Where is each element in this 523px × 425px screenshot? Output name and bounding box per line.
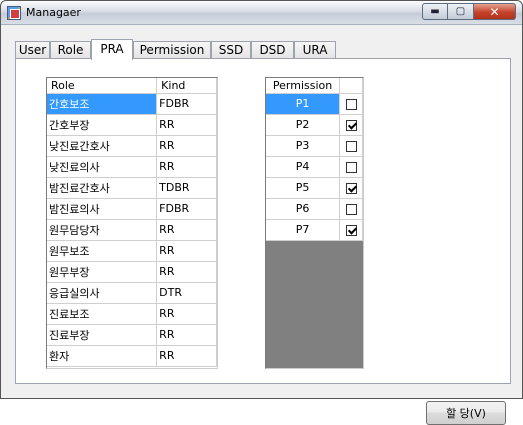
role-cell[interactable]: 환자 [47, 345, 158, 367]
permission-checkbox[interactable] [345, 119, 357, 131]
tab-user[interactable]: User [15, 41, 50, 59]
role-row[interactable]: 밤진료간호사 TDBR [47, 177, 217, 199]
permission-check-cell[interactable] [339, 156, 363, 178]
assign-button[interactable]: 할 당(V) [426, 401, 506, 425]
role-cell[interactable]: 낮진료의사 [47, 156, 158, 178]
permission-check-cell[interactable] [339, 93, 363, 115]
role-row[interactable]: 원무보조 RR [47, 240, 217, 262]
kind-cell[interactable]: RR [156, 345, 217, 367]
permission-grid-header: Permission [266, 78, 363, 94]
role-row[interactable]: 진료부장 RR [47, 324, 217, 346]
role-column-header[interactable]: Role [47, 78, 158, 94]
kind-cell[interactable]: DTR [156, 282, 217, 304]
role-row[interactable]: 환자 RR [47, 345, 217, 367]
role-grid[interactable]: Role Kind 간호보조 FDBR 간호부장 RR 낮진료간호사 RR 낮진료의사… [46, 77, 218, 369]
permission-name-cell[interactable]: P5 [266, 177, 341, 199]
kind-cell[interactable]: FDBR [156, 198, 217, 220]
permission-checkbox[interactable] [345, 182, 357, 194]
role-cell[interactable]: 간호보조 [47, 93, 158, 115]
permission-name-cell[interactable]: P2 [266, 114, 341, 136]
permission-row[interactable]: P5 [266, 177, 363, 199]
tab-role[interactable]: Role [50, 41, 91, 59]
permission-row[interactable]: P1 [266, 93, 363, 115]
permission-check-cell[interactable] [339, 198, 363, 220]
window-title: Managaer [26, 6, 81, 19]
role-row[interactable]: 낮진료의사 RR [47, 156, 217, 178]
check-column-header[interactable] [339, 78, 363, 94]
permission-name-cell[interactable]: P7 [266, 219, 341, 241]
permission-name-cell[interactable]: P4 [266, 156, 341, 178]
role-row[interactable]: 진료보조 RR [47, 303, 217, 325]
role-cell[interactable]: 진료보조 [47, 303, 158, 325]
permission-row[interactable]: P7 [266, 219, 363, 241]
permission-checkbox[interactable] [345, 203, 357, 215]
kind-column-header[interactable]: Kind [156, 78, 217, 94]
app-icon [7, 6, 21, 20]
title-bar[interactable]: Managaer ▬ ▢ ✕ [1, 1, 522, 25]
maximize-button[interactable]: ▢ [448, 3, 474, 20]
role-cell[interactable]: 간호부장 [47, 114, 158, 136]
minimize-button[interactable]: ▬ [422, 3, 448, 20]
role-cell[interactable]: 원무담당자 [47, 219, 158, 241]
tab-ssd[interactable]: SSD [211, 41, 251, 59]
tab-permission[interactable]: Permission [133, 41, 211, 59]
kind-cell[interactable]: RR [156, 219, 217, 241]
role-cell[interactable]: 진료부장 [47, 324, 158, 346]
role-row[interactable]: 원무부장 RR [47, 261, 217, 283]
permission-grid[interactable]: Permission P1 P2 P3 P4 P5 P6 P7 [265, 77, 364, 369]
permission-name-cell[interactable]: P3 [266, 135, 341, 157]
tab-dsd[interactable]: DSD [251, 41, 294, 59]
kind-cell[interactable]: RR [156, 324, 217, 346]
role-row[interactable]: 간호보조 FDBR [47, 93, 217, 115]
permission-row[interactable]: P2 [266, 114, 363, 136]
permission-checkbox[interactable] [345, 161, 357, 173]
manager-window: Managaer ▬ ▢ ✕ User Role PRA Permission … [0, 0, 523, 425]
permission-check-cell[interactable] [339, 219, 363, 241]
tab-ura[interactable]: URA [294, 41, 336, 59]
kind-cell[interactable]: RR [156, 156, 217, 178]
permission-checkbox[interactable] [345, 224, 357, 236]
kind-cell[interactable]: RR [156, 135, 217, 157]
kind-cell[interactable]: RR [156, 261, 217, 283]
role-cell[interactable]: 원무보조 [47, 240, 158, 262]
kind-cell[interactable]: RR [156, 303, 217, 325]
permission-name-cell[interactable]: P1 [266, 93, 341, 115]
close-button[interactable]: ✕ [474, 3, 516, 20]
role-cell[interactable]: 밤진료간호사 [47, 177, 158, 199]
role-row[interactable]: 간호부장 RR [47, 114, 217, 136]
kind-cell[interactable]: RR [156, 240, 217, 262]
permission-checkbox[interactable] [345, 98, 357, 110]
permission-check-cell[interactable] [339, 135, 363, 157]
permission-name-cell[interactable]: P6 [266, 198, 341, 220]
pra-tab-page: Role Kind 간호보조 FDBR 간호부장 RR 낮진료간호사 RR 낮진료의사… [15, 58, 511, 425]
role-cell[interactable]: 밤진료의사 [47, 198, 158, 220]
permission-check-cell[interactable] [339, 177, 363, 199]
role-row[interactable]: 응급실의사 DTR [47, 282, 217, 304]
permission-column-header[interactable]: Permission [266, 78, 341, 94]
permission-row[interactable]: P6 [266, 198, 363, 220]
role-row[interactable]: 원무담당자 RR [47, 219, 217, 241]
role-row[interactable]: 밤진료의사 FDBR [47, 198, 217, 220]
role-cell[interactable]: 응급실의사 [47, 282, 158, 304]
permission-check-cell[interactable] [339, 114, 363, 136]
kind-cell[interactable]: RR [156, 114, 217, 136]
tab-pra[interactable]: PRA [91, 39, 133, 60]
kind-cell[interactable]: FDBR [156, 93, 217, 115]
permission-row[interactable]: P3 [266, 135, 363, 157]
kind-cell[interactable]: TDBR [156, 177, 217, 199]
window-controls: ▬ ▢ ✕ [422, 3, 516, 20]
role-cell[interactable]: 낮진료간호사 [47, 135, 158, 157]
role-grid-header: Role Kind [47, 78, 217, 94]
role-cell[interactable]: 원무부장 [47, 261, 158, 283]
permission-row[interactable]: P4 [266, 156, 363, 178]
permission-checkbox[interactable] [345, 140, 357, 152]
role-row[interactable]: 낮진료간호사 RR [47, 135, 217, 157]
